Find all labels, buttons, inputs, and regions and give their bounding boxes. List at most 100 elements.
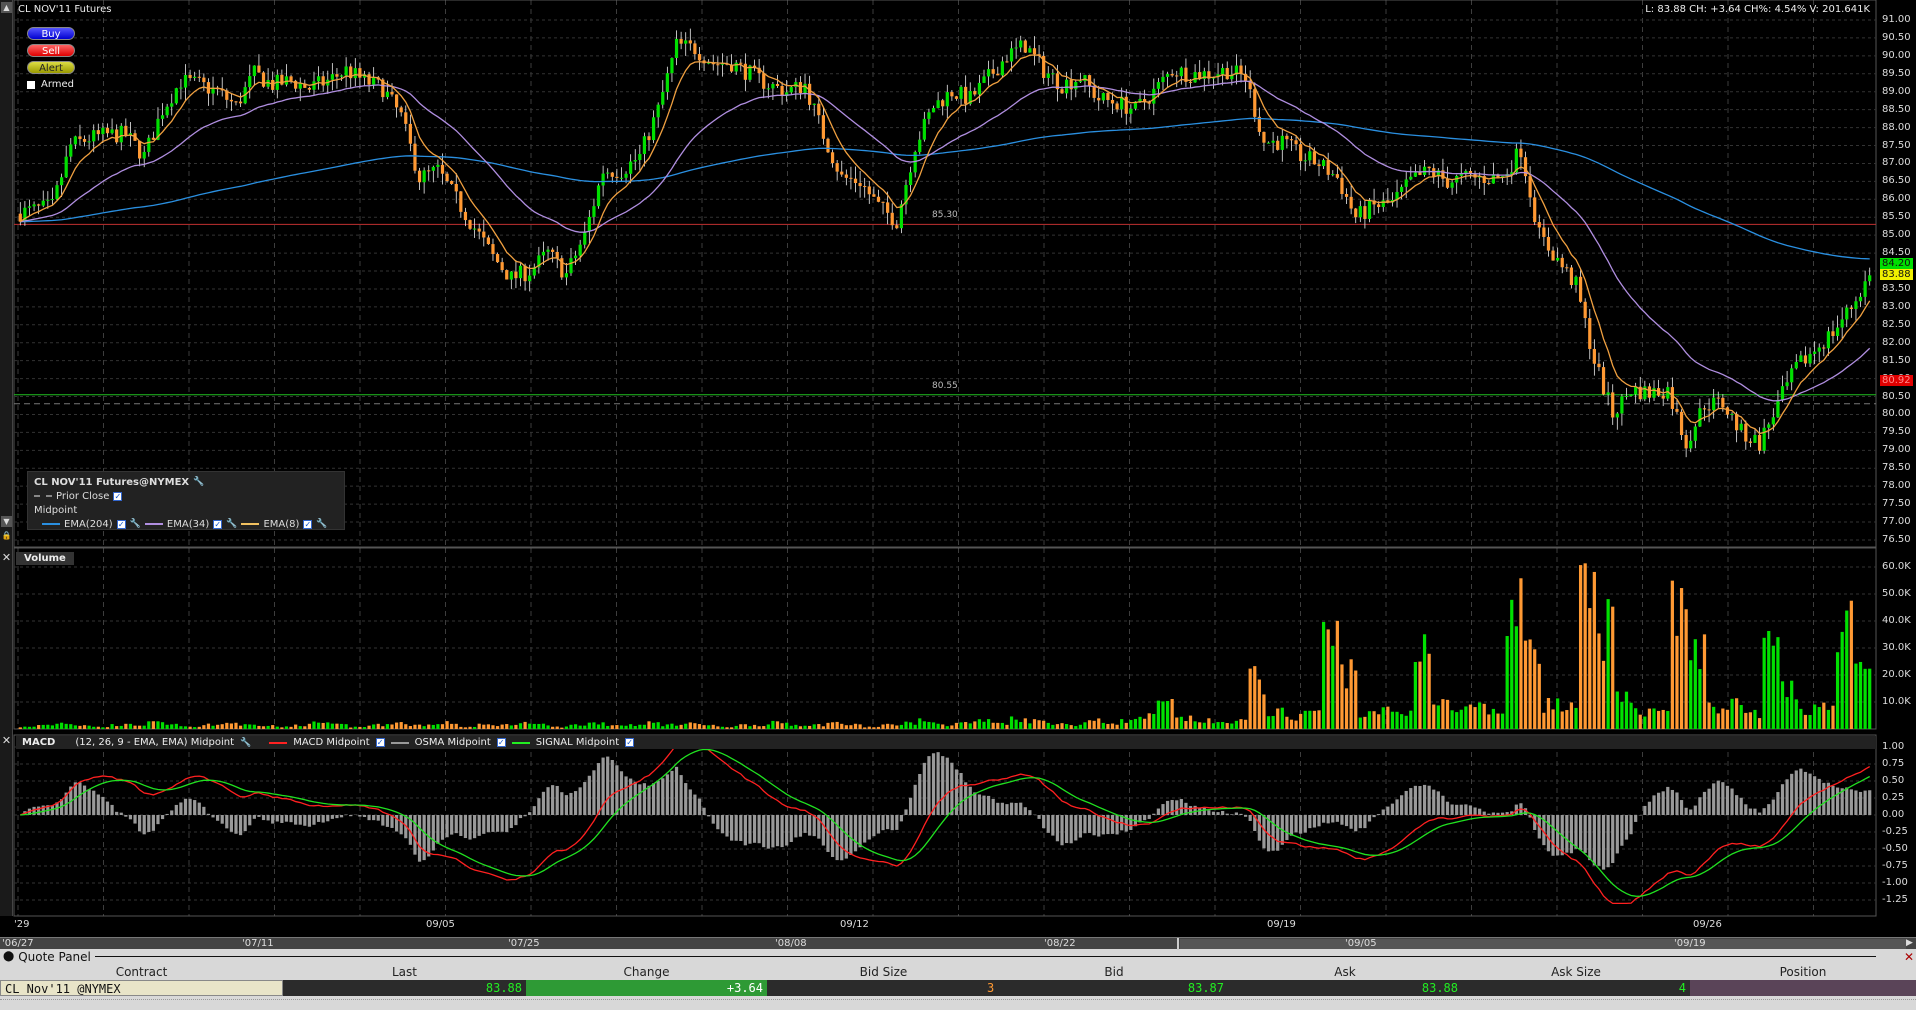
macd-checkbox[interactable]: ✓ — [375, 738, 385, 747]
col-ask-size[interactable]: Ask Size — [1462, 964, 1690, 980]
candle-body — [899, 204, 904, 229]
candle-body — [238, 101, 243, 104]
candle-body — [1780, 386, 1785, 400]
wrench-icon[interactable]: 🔧 — [316, 519, 327, 529]
osma-bar — [1400, 795, 1404, 815]
col-contract[interactable]: Contract — [0, 964, 283, 980]
volume-bar — [954, 722, 959, 729]
osma-bar — [1147, 815, 1151, 819]
candle-body — [826, 138, 830, 153]
candle-body — [977, 82, 982, 95]
osma-bar — [697, 798, 702, 815]
ema34-checkbox[interactable]: ✓ — [213, 519, 223, 529]
osma-bar — [1757, 812, 1762, 815]
candle-body — [1868, 275, 1872, 282]
candle-body — [431, 166, 435, 171]
osma-bar — [1390, 803, 1395, 815]
nav-range-selection[interactable] — [1180, 939, 1906, 949]
chart-canvas[interactable] — [0, 0, 1916, 937]
price-tick: 80.00 — [1882, 408, 1911, 420]
osma-bar — [1487, 813, 1491, 815]
wrench-icon[interactable]: 🔧 — [130, 519, 141, 529]
wrench-icon[interactable]: 🔧 — [226, 519, 237, 529]
prior-close-checkbox[interactable]: ✓ — [113, 491, 123, 501]
osma-bar — [1377, 814, 1381, 815]
candle-body — [394, 94, 399, 108]
osma-bar — [275, 815, 279, 822]
col-bid-size[interactable]: Bid Size — [767, 964, 1000, 980]
nav-end-handle[interactable]: ▶ — [1906, 938, 1913, 948]
volume-bar — [684, 723, 688, 729]
wrench-icon[interactable]: 🔧 — [240, 738, 251, 748]
volume-bar — [1753, 709, 1757, 729]
volume-bar — [619, 725, 624, 729]
osma-bar — [1441, 795, 1445, 815]
candle-body — [771, 83, 775, 89]
osma-bar — [1285, 815, 1289, 841]
volume-bar — [1028, 723, 1032, 729]
buy-button[interactable]: Buy — [27, 27, 75, 40]
col-bid[interactable]: Bid — [1000, 964, 1228, 980]
col-change[interactable]: Change — [526, 964, 767, 980]
ema204-checkbox[interactable]: ✓ — [116, 519, 126, 529]
panel-toggle-icon[interactable]: ⬤ — [3, 951, 14, 962]
col-last[interactable]: Last — [283, 964, 526, 980]
time-navigator[interactable]: ▶ '06/27 '07/11 '07/25 '08/08 '08/22 '09… — [0, 937, 1916, 950]
nav-range-start-handle[interactable] — [1177, 938, 1179, 950]
candle-body — [541, 251, 546, 256]
candle-body — [1730, 413, 1734, 415]
osma-bar — [670, 770, 674, 815]
candle-body — [1413, 172, 1417, 177]
candle-body — [555, 251, 559, 259]
checkbox-icon[interactable] — [27, 80, 35, 89]
ema8-checkbox[interactable]: ✓ — [303, 519, 313, 529]
volume-bar — [1381, 707, 1385, 729]
osma-bar — [904, 809, 908, 815]
cell-contract[interactable]: CL Nov'11 @NYMEX — [0, 980, 283, 996]
volume-bar — [840, 723, 844, 729]
wrench-icon[interactable]: 🔧 — [193, 477, 204, 487]
volume-bar — [1643, 716, 1647, 729]
col-position[interactable]: Position — [1690, 964, 1916, 980]
osma-bar — [762, 815, 766, 848]
osma-bar — [229, 815, 233, 832]
osma-bar — [1243, 815, 1248, 817]
candle-body — [50, 199, 55, 201]
volume-bar — [1188, 715, 1193, 729]
alert-button[interactable]: Alert — [27, 61, 75, 74]
volume-bar — [188, 726, 192, 729]
osma-checkbox[interactable]: ✓ — [496, 738, 506, 747]
col-ask[interactable]: Ask — [1228, 964, 1462, 980]
volume-bar — [564, 726, 569, 729]
osma-bar — [771, 815, 775, 848]
volume-bar — [578, 725, 582, 729]
osma-bar — [886, 815, 890, 830]
volume-bar — [1436, 705, 1440, 729]
volume-bar — [523, 721, 527, 729]
candle-body — [679, 38, 683, 44]
volume-bar — [573, 724, 578, 729]
volume-bar — [1826, 709, 1831, 729]
volume-bar — [1074, 726, 1078, 729]
candle-body — [1331, 174, 1335, 176]
osma-bar — [1069, 815, 1073, 844]
candle-body — [1712, 397, 1716, 411]
close-panel-icon[interactable]: ✕ — [1904, 950, 1914, 964]
volume-bar — [206, 723, 211, 729]
armed-checkbox[interactable]: Armed — [27, 79, 74, 90]
osma-bar — [1271, 815, 1275, 851]
candle-body — [1014, 47, 1018, 49]
candle-body — [569, 258, 573, 274]
candle-body — [1404, 179, 1408, 187]
volume-bar — [394, 722, 399, 729]
volume-bar — [1569, 702, 1574, 729]
volume-bar — [821, 726, 825, 729]
volume-bar — [1597, 633, 1601, 729]
sell-button[interactable]: Sell — [27, 44, 75, 57]
osma-bar — [803, 815, 807, 833]
volume-bar — [812, 724, 816, 729]
volume-bar — [408, 726, 412, 729]
candle-body — [1533, 197, 1537, 223]
signal-checkbox[interactable]: ✓ — [625, 738, 635, 747]
volume-bar — [702, 725, 706, 729]
